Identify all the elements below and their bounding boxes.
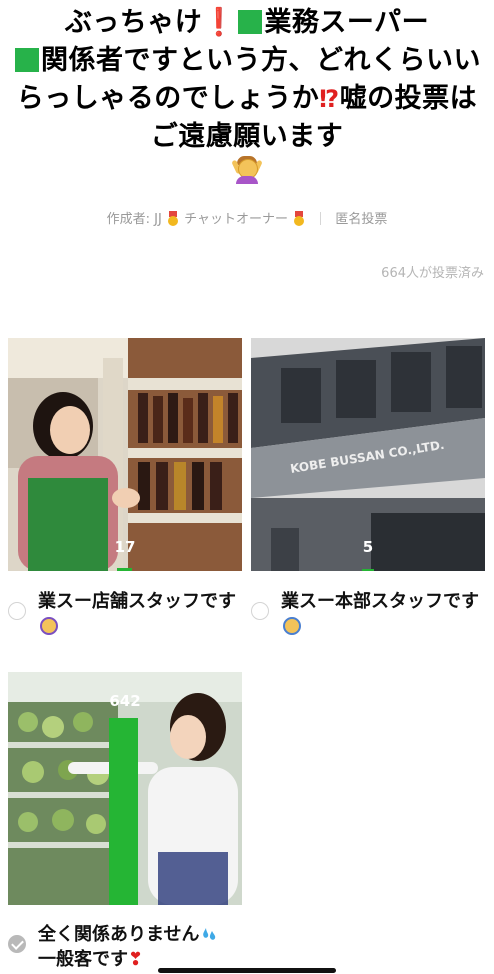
creator-label: 作成者: JJ bbox=[106, 212, 162, 227]
vote-count: 5 bbox=[362, 538, 374, 556]
poll-title-part2: 業務スーパー bbox=[264, 7, 430, 38]
medal-icon bbox=[293, 211, 305, 226]
vote-count: 17 bbox=[114, 538, 136, 556]
raising-hand-icon bbox=[40, 617, 58, 635]
option-radio-checked[interactable] bbox=[8, 935, 26, 953]
vote-bar bbox=[109, 718, 138, 905]
vote-bar bbox=[362, 569, 374, 571]
owner-label: チャットオーナー bbox=[184, 212, 288, 227]
option-label[interactable]: 業スー本部スタッフです bbox=[281, 589, 485, 639]
poll-title-part1: ぶっちゃけ bbox=[64, 7, 203, 38]
option-label[interactable]: 全く関係ありません 一般客です❣ bbox=[38, 922, 242, 972]
vote-bar bbox=[117, 568, 132, 571]
option-photo-supermarket-staff[interactable] bbox=[8, 338, 242, 571]
poll-title: ぶっちゃけ❗ 業務スーパー 関係者ですという方、どれくらいいらっしゃるのでしょうか… bbox=[6, 4, 488, 196]
poll-option-hq-staff[interactable]: KOBE BUSSAN CO.,LTD. 5 業スー本部スタッフです bbox=[251, 338, 485, 648]
voted-count: 664人が投票済み bbox=[381, 266, 484, 281]
heart-exclamation-icon: ❣ bbox=[128, 949, 144, 970]
green-square-icon bbox=[15, 48, 39, 72]
poll-option-store-staff[interactable]: 17 業スー店舗スタッフです bbox=[8, 338, 242, 648]
divider bbox=[320, 212, 322, 225]
person-gesturing-ok-icon bbox=[231, 156, 263, 184]
sweat-droplets-icon bbox=[203, 928, 216, 940]
medal-icon bbox=[167, 211, 179, 226]
vote-count: 642 bbox=[109, 692, 141, 710]
raising-hand-icon bbox=[283, 617, 301, 635]
home-indicator bbox=[158, 968, 336, 973]
option-label[interactable]: 業スー店舗スタッフです bbox=[38, 589, 242, 639]
option-radio[interactable] bbox=[8, 602, 26, 620]
exclamation-icon: ❗ bbox=[202, 7, 237, 38]
option-radio[interactable] bbox=[251, 602, 269, 620]
exclamation-question-icon: ⁉ bbox=[319, 85, 340, 113]
poll-meta: 作成者: JJ チャットオーナー 匿名投票 bbox=[0, 208, 494, 227]
anonymous-label: 匿名投票 bbox=[335, 212, 388, 227]
green-square-icon bbox=[238, 10, 263, 34]
poll-option-general-customer[interactable]: 642 全く関係ありません 一般客です❣ bbox=[8, 672, 242, 972]
option-photo-kobe-bussan-building[interactable]: KOBE BUSSAN CO.,LTD. bbox=[251, 338, 485, 571]
